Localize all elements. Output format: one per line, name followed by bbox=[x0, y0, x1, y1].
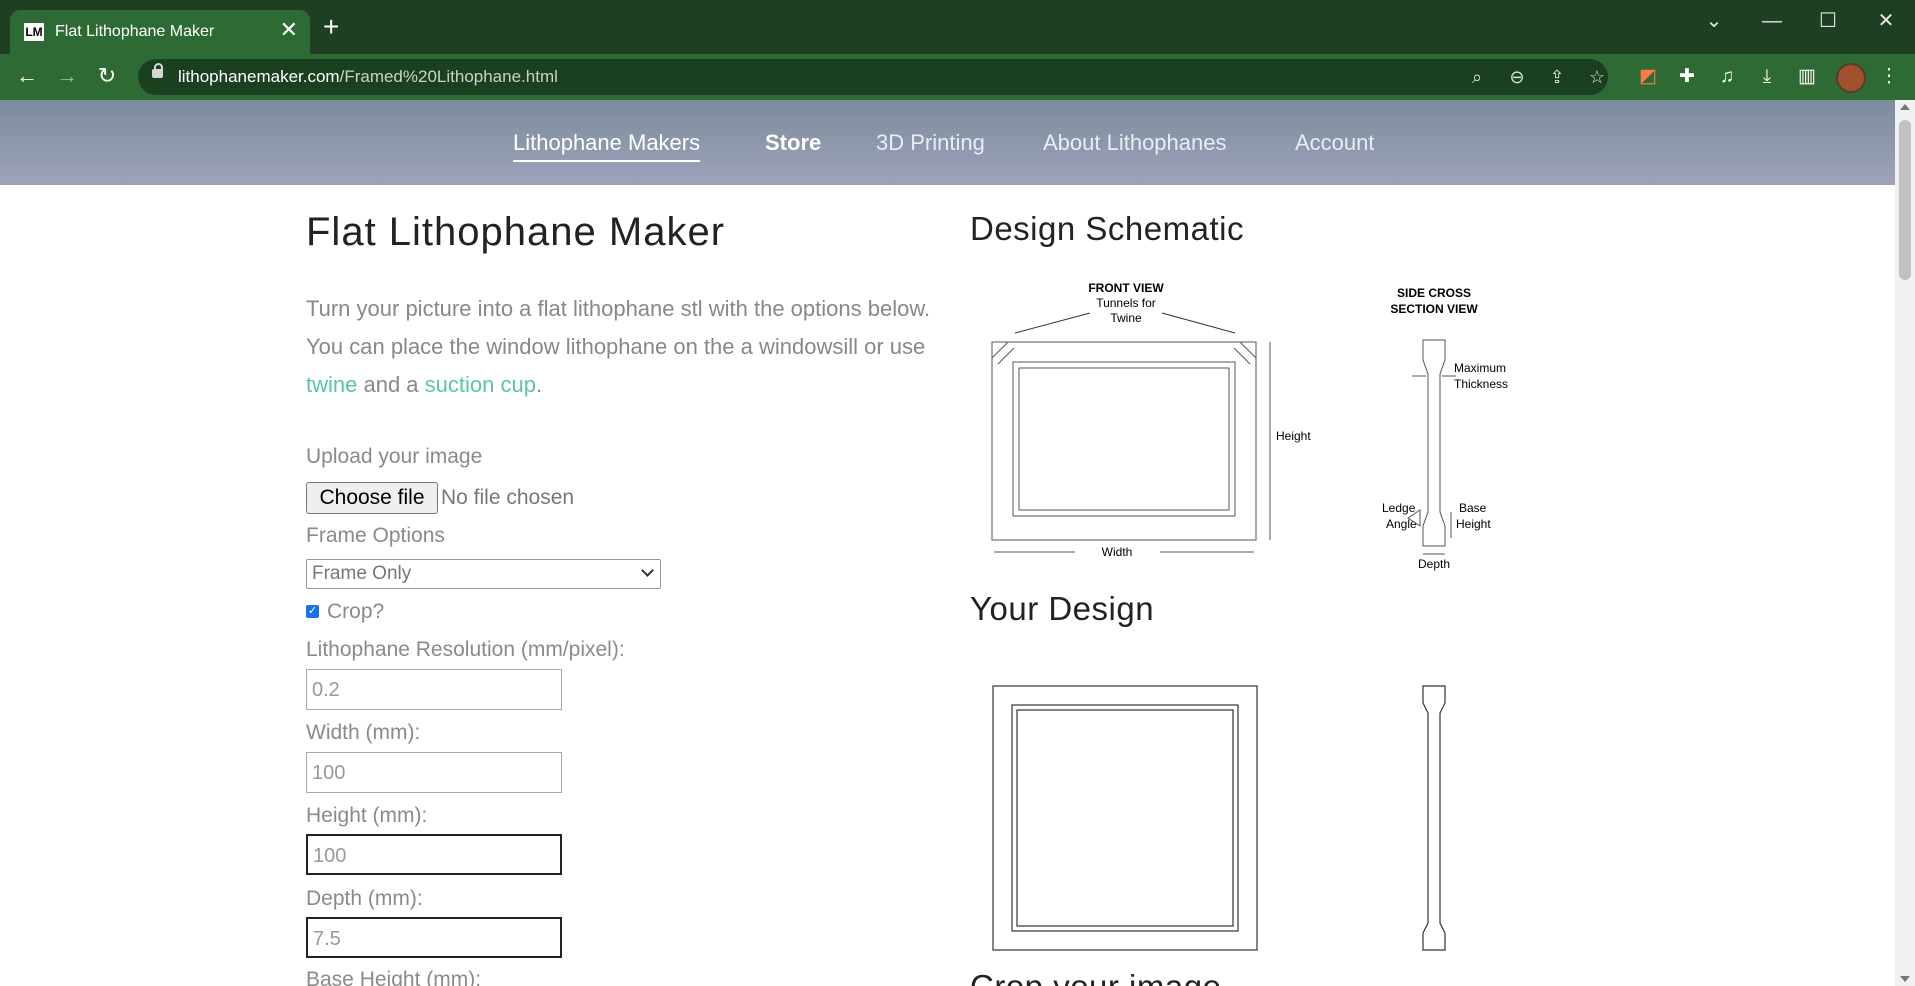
crop-section-title: Crop your image bbox=[970, 968, 1221, 986]
page-scrollbar[interactable] bbox=[1895, 100, 1915, 986]
height-label: Height (mm): bbox=[306, 804, 428, 827]
side-panel-icon[interactable]: ▥ bbox=[1792, 64, 1822, 90]
frame-options-label: Frame Options bbox=[306, 524, 445, 547]
back-icon[interactable]: ← bbox=[12, 62, 42, 90]
base-height-line2: Height bbox=[1456, 517, 1491, 531]
address-bar[interactable]: lithophanemaker.com/Framed%20Lithophane.… bbox=[138, 59, 1608, 95]
site-navigation: Lithophane Makers Store 3D Printing Abou… bbox=[0, 100, 1895, 185]
height-input[interactable]: 100 bbox=[306, 834, 562, 875]
tab-title: Flat Lithophane Maker bbox=[55, 23, 215, 40]
page-viewport: Lithophane Makers Store 3D Printing Abou… bbox=[0, 100, 1895, 986]
depth-input[interactable]: 7.5 bbox=[306, 917, 562, 958]
browser-tab[interactable]: LM Flat Lithophane Maker ✕ bbox=[10, 10, 310, 54]
base-height-label: Base Height (mm): bbox=[306, 968, 482, 986]
resolution-input[interactable]: 0.2 bbox=[306, 669, 562, 710]
intro-text-3: . bbox=[535, 372, 543, 397]
intro-text-2: and a bbox=[357, 372, 425, 397]
minimize-icon[interactable]: — bbox=[1752, 6, 1792, 36]
scroll-down-icon[interactable] bbox=[1900, 976, 1910, 982]
tunnels-label-line2: Twine bbox=[1110, 311, 1142, 325]
ledge-angle-line1: Ledge bbox=[1382, 501, 1416, 515]
url-domain: lithophanemaker.com bbox=[178, 67, 340, 86]
width-label: Width (mm): bbox=[306, 721, 421, 744]
url-path: /Framed%20Lithophane.html bbox=[339, 67, 558, 86]
suction-cup-link[interactable]: suction cup bbox=[425, 372, 536, 397]
bookmark-star-icon[interactable]: ☆ bbox=[1584, 66, 1610, 88]
design-schematic-title: Design Schematic bbox=[970, 210, 1244, 247]
design-schematic-diagram: FRONT VIEW Tunnels for Twine Height Widt… bbox=[991, 281, 1508, 571]
url-text[interactable]: lithophanemaker.com/Framed%20Lithophane.… bbox=[178, 67, 558, 87]
new-tab-icon[interactable]: + bbox=[323, 13, 339, 41]
favicon-icon: LM bbox=[24, 23, 44, 41]
depth-dim-label: Depth bbox=[1418, 557, 1450, 571]
max-thickness-line1: Maximum bbox=[1454, 361, 1506, 375]
forward-icon[interactable]: → bbox=[52, 62, 82, 90]
download-icon[interactable]: ⤓ bbox=[1752, 64, 1782, 90]
browser-menu-icon[interactable]: ⋮ bbox=[1874, 64, 1904, 90]
scroll-up-icon[interactable] bbox=[1900, 104, 1910, 110]
design-preview bbox=[992, 685, 1446, 951]
your-design-title: Your Design bbox=[970, 590, 1155, 627]
zoom-out-icon[interactable]: ⊖ bbox=[1504, 66, 1530, 88]
nav-about-lithophanes[interactable]: About Lithophanes bbox=[1043, 130, 1227, 156]
lock-icon[interactable] bbox=[152, 63, 163, 78]
width-input[interactable]: 100 bbox=[306, 752, 562, 793]
share-icon[interactable]: ⇪ bbox=[1544, 66, 1570, 88]
browser-tab-strip: LM Flat Lithophane Maker ✕ + ⌄ — ☐ ✕ bbox=[0, 0, 1915, 54]
side-view-label-line2: SECTION VIEW bbox=[1390, 302, 1478, 316]
base-height-line1: Base bbox=[1459, 501, 1487, 515]
file-status-text: No file chosen bbox=[441, 486, 575, 509]
close-tab-icon[interactable]: ✕ bbox=[280, 19, 298, 41]
front-view-label: FRONT VIEW bbox=[1088, 281, 1164, 295]
extensions-puzzle-icon[interactable]: ✚ bbox=[1672, 64, 1702, 90]
frame-options-select[interactable]: Frame Only bbox=[306, 559, 661, 589]
nav-store[interactable]: Store bbox=[765, 130, 821, 156]
intro-text-1: Turn your picture into a flat lithophane… bbox=[306, 296, 931, 359]
maximize-icon[interactable]: ☐ bbox=[1808, 6, 1848, 36]
media-control-icon[interactable]: ♫ bbox=[1712, 64, 1742, 90]
chevron-down-icon bbox=[641, 564, 654, 577]
twine-link[interactable]: twine bbox=[306, 372, 357, 397]
tab-search-icon[interactable]: ⌄ bbox=[1694, 6, 1734, 36]
side-view-label-line1: SIDE CROSS bbox=[1397, 286, 1471, 300]
choose-file-button[interactable]: Choose file bbox=[306, 482, 438, 514]
upload-label: Upload your image bbox=[306, 445, 483, 468]
crop-label: Crop? bbox=[327, 600, 385, 623]
page-title: Flat Lithophane Maker bbox=[306, 210, 726, 254]
nav-account[interactable]: Account bbox=[1295, 130, 1375, 156]
ledge-angle-line2: Angle bbox=[1386, 517, 1417, 531]
crop-checkbox[interactable]: ✓ bbox=[306, 605, 319, 618]
search-icon[interactable]: ⌕ bbox=[1464, 66, 1490, 88]
depth-label: Depth (mm): bbox=[306, 887, 423, 910]
resolution-label: Lithophane Resolution (mm/pixel): bbox=[306, 638, 625, 661]
max-thickness-line2: Thickness bbox=[1454, 377, 1508, 391]
profile-avatar[interactable] bbox=[1836, 63, 1866, 93]
browser-toolbar: ← → ↻ lithophanemaker.com/Framed%20Litho… bbox=[0, 54, 1915, 100]
nav-lithophane-makers[interactable]: Lithophane Makers bbox=[513, 130, 701, 162]
reload-icon[interactable]: ↻ bbox=[92, 62, 122, 90]
nav-3d-printing[interactable]: 3D Printing bbox=[876, 130, 985, 156]
window-close-icon[interactable]: ✕ bbox=[1866, 6, 1906, 36]
frame-options-value: Frame Only bbox=[312, 563, 412, 584]
scrollbar-thumb[interactable] bbox=[1899, 120, 1911, 280]
extension-icon[interactable]: ◩ bbox=[1633, 64, 1663, 90]
intro-paragraph: Turn your picture into a flat lithophane… bbox=[306, 290, 946, 404]
tunnels-label-line1: Tunnels for bbox=[1096, 296, 1156, 310]
height-dim-label: Height bbox=[1276, 429, 1311, 443]
width-dim-label: Width bbox=[1102, 545, 1133, 559]
